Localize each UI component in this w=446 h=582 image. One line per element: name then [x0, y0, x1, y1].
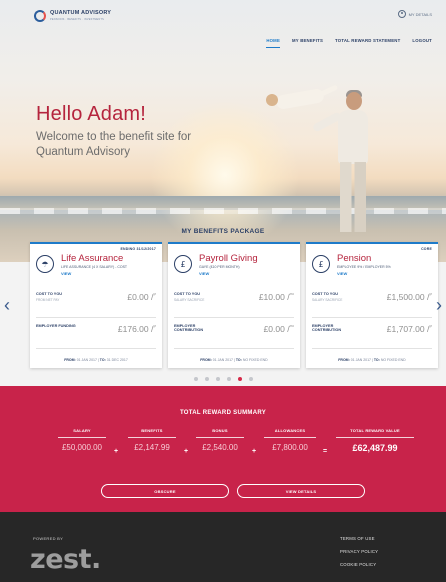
reward-allowances: ALLOWANCES £7,800.00 [264, 428, 316, 452]
nav-logout[interactable]: LOGOUT [412, 38, 432, 48]
carousel-prev-icon[interactable]: ‹ [4, 296, 10, 314]
main-nav: HOME MY BENEFITS TOTAL REWARD STATEMENT … [266, 38, 432, 48]
footer-links: TERMS OF USE PRIVACY POLICY COOKIE POLIC… [340, 536, 378, 567]
nav-total-reward-statement[interactable]: TOTAL REWARD STATEMENT [335, 38, 400, 48]
carousel-dots [0, 377, 446, 381]
plus-operator: + [252, 448, 257, 455]
reward-total: TOTAL REWARD VALUE £62,487.99 [336, 428, 414, 453]
card-period: FROM: 01 JAN 2017 | TO: NO FIXED END [338, 358, 406, 362]
carousel-dot[interactable] [248, 377, 253, 381]
zest-logo[interactable]: zest. [30, 544, 101, 575]
umbrella-icon: ☂ [36, 255, 54, 273]
card-period: FROM: 01 JAN 2017 | TO: NO FIXED END [200, 358, 268, 362]
carousel-next-icon[interactable]: › [436, 296, 442, 314]
employer-value: £0.00 /mo [263, 324, 294, 334]
logo-tagline: PENSIONS · BENEFITS · INVESTMENTS [50, 17, 104, 21]
employer-row: EMPLOYER CONTRIBUTION £1,707.00 /yr [312, 324, 432, 334]
employer-row: EMPLOYER FUNDING £176.00 /yr [36, 324, 156, 334]
powered-by-label: POWERED BY [33, 536, 64, 541]
obscure-button[interactable]: OBSCURE [101, 484, 229, 498]
view-link[interactable]: VIEW [61, 271, 71, 276]
plus-operator: + [114, 448, 119, 455]
card-title: Life Assurance [61, 253, 124, 264]
child-figure [266, 84, 339, 112]
my-details-label: MY DETAILS [408, 11, 432, 17]
bonus-value: £2,540.00 [202, 443, 238, 452]
nav-home[interactable]: HOME [266, 38, 281, 48]
cost-value: £0.00 /yr [127, 292, 156, 302]
cost-row: COST TO YOU FROM NET PAY £0.00 /yr [36, 292, 156, 302]
employer-row: EMPLOYER CONTRIBUTION £0.00 /mo [174, 324, 294, 334]
welcome-text: Welcome to the benefit site for Quantum … [36, 131, 192, 158]
card-description: LIFE ASSURANCE (4 X SALARY) - COST [61, 265, 128, 269]
view-link[interactable]: VIEW [199, 271, 209, 276]
card-description: GAYE (£10 PER MONTH) [199, 265, 240, 269]
bonus-label: BONUS [196, 428, 244, 438]
allowances-value: £7,800.00 [272, 443, 308, 452]
employer-label: EMPLOYER CONTRIBUTION [174, 324, 204, 332]
header: QUANTUM ADVISORY PENSIONS · BENEFITS · I… [0, 0, 446, 62]
nav-my-benefits[interactable]: MY BENEFITS [292, 38, 323, 48]
cost-row: COST TO YOU SALARY SACRIFICE £10.00 /mo [174, 292, 294, 302]
equals-operator: = [323, 448, 328, 455]
my-details-link[interactable]: MY DETAILS [397, 10, 432, 18]
cost-value: £1,500.00 /yr [386, 292, 432, 302]
card-period: FROM: 01 JAN 2017 | TO: 31 DEC 2017 [64, 358, 128, 362]
card-title: Pension [337, 253, 372, 264]
carousel-dot[interactable] [226, 377, 231, 381]
logo-icon [34, 10, 46, 22]
carousel-dot-active[interactable] [237, 377, 242, 381]
cost-value: £10.00 /mo [258, 292, 294, 302]
card-badge: CORE [421, 247, 432, 251]
card-description: EMPLOYEE 9% / EMPLOYER 5% [337, 265, 391, 269]
employer-value: £1,707.00 /yr [386, 324, 432, 334]
carousel-dot[interactable] [204, 377, 209, 381]
reward-salary: SALARY £50,000.00 [58, 428, 106, 452]
carousel-dot[interactable] [215, 377, 220, 381]
pound-circle-icon: £ [174, 255, 192, 273]
user-icon [397, 10, 406, 18]
footer: POWERED BY zest. TERMS OF USE PRIVACY PO… [0, 512, 446, 582]
benefits-value: £2,147.99 [134, 443, 170, 452]
father-figure [311, 90, 372, 232]
surf [0, 208, 446, 214]
total-value: £62,487.99 [352, 443, 398, 453]
privacy-policy-link[interactable]: PRIVACY POLICY [340, 549, 378, 554]
benefits-label: BENEFITS [128, 428, 176, 438]
allowances-label: ALLOWANCES [264, 428, 316, 438]
logo-name: QUANTUM ADVISORY [50, 10, 112, 17]
reward-benefits: BENEFITS £2,147.99 [128, 428, 176, 452]
employer-label: EMPLOYER CONTRIBUTION [312, 324, 342, 332]
greeting: Hello Adam! [36, 103, 147, 125]
salary-value: £50,000.00 [61, 443, 103, 452]
salary-label: SALARY [58, 428, 106, 438]
view-link[interactable]: VIEW [337, 271, 347, 276]
benefit-card-life-assurance[interactable]: ENDING 31/12/2017 ☂ Life Assurance LIFE … [30, 242, 162, 368]
employer-value: £176.00 /yr [117, 324, 156, 334]
terms-of-use-link[interactable]: TERMS OF USE [340, 536, 378, 541]
card-badge: ENDING 31/12/2017 [120, 247, 156, 251]
plus-operator: + [184, 448, 189, 455]
cost-row: COST TO YOU SALARY SACRIFICE £1,500.00 /… [312, 292, 432, 302]
logo[interactable]: QUANTUM ADVISORY PENSIONS · BENEFITS · I… [34, 10, 111, 22]
cookie-policy-link[interactable]: COOKIE POLICY [340, 562, 378, 567]
pound-circle-icon: £ [312, 255, 330, 273]
benefit-card-pension[interactable]: CORE £ Pension EMPLOYEE 9% / EMPLOYER 5%… [306, 242, 438, 368]
reward-bonus: BONUS £2,540.00 [196, 428, 244, 452]
view-details-button[interactable]: VIEW DETAILS [237, 484, 365, 498]
total-label: TOTAL REWARD VALUE [336, 428, 414, 438]
carousel-dot[interactable] [193, 377, 198, 381]
reward-title: TOTAL REWARD SUMMARY [179, 410, 267, 416]
total-reward-summary: TOTAL REWARD SUMMARY SALARY £50,000.00 +… [0, 386, 446, 512]
card-title: Payroll Giving [199, 253, 258, 264]
benefit-card-payroll-giving[interactable]: £ Payroll Giving GAYE (£10 PER MONTH) VI… [168, 242, 300, 368]
benefits-title: MY BENEFITS PACKAGE [181, 228, 265, 235]
